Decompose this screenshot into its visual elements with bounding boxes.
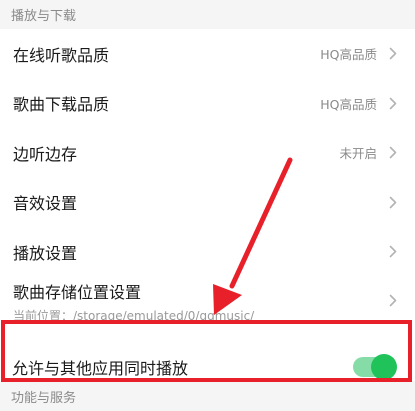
setting-title: 允许与其他应用同时播放 (12, 358, 189, 378)
setting-listen-and-save[interactable]: 边听边存 未开启 (0, 128, 415, 178)
setting-title: 在线听歌品质 (13, 45, 110, 65)
setting-title: 边听边存 (13, 144, 78, 164)
settings-screen: 播放与下载 在线听歌品质 HQ高品质 歌曲下载品质 HQ高品质 边听边存 未开启… (0, 0, 415, 411)
chevron-right-icon (387, 95, 399, 111)
chevron-right-icon (387, 244, 399, 260)
chevron-right-icon (387, 46, 399, 62)
section-header-label: 播放与下载 (11, 9, 77, 24)
toggle-knob (371, 353, 397, 380)
setting-online-quality[interactable]: 在线听歌品质 HQ高品质 (0, 29, 415, 79)
setting-playback[interactable]: 播放设置 (0, 227, 415, 277)
setting-value: HQ高品质 (320, 96, 377, 112)
setting-title: 音效设置 (13, 194, 78, 214)
setting-value: HQ高品质 (320, 47, 377, 63)
setting-storage-text: 歌曲存储位置设置 当前位置：/storage/emulated/0/qqmusi… (13, 279, 387, 324)
setting-title: 歌曲下载品质 (13, 95, 110, 115)
setting-sound-effects[interactable]: 音效设置 (0, 178, 415, 228)
chevron-right-icon (387, 293, 399, 309)
chevron-right-icon (387, 145, 399, 161)
settings-group-playback: 在线听歌品质 HQ高品质 歌曲下载品质 HQ高品质 边听边存 未开启 音效设置 (0, 29, 415, 397)
setting-value: 未开启 (339, 146, 377, 162)
storage-path: 当前位置：/storage/emulated/0/qqmusic/ (13, 308, 255, 323)
chevron-right-icon (387, 194, 399, 210)
simultaneous-playback-toggle[interactable] (353, 353, 397, 380)
section-header-label: 功能与服务 (11, 390, 77, 406)
setting-title: 播放设置 (13, 243, 78, 263)
section-header-playback: 播放与下载 (0, 0, 415, 29)
setting-storage-location[interactable]: 歌曲存储位置设置 当前位置：/storage/emulated/0/qqmusi… (0, 277, 415, 337)
setting-title: 歌曲存储位置设置 (13, 282, 142, 302)
section-header-features: 功能与服务 (0, 381, 415, 411)
setting-download-quality[interactable]: 歌曲下载品质 HQ高品质 (0, 79, 415, 129)
